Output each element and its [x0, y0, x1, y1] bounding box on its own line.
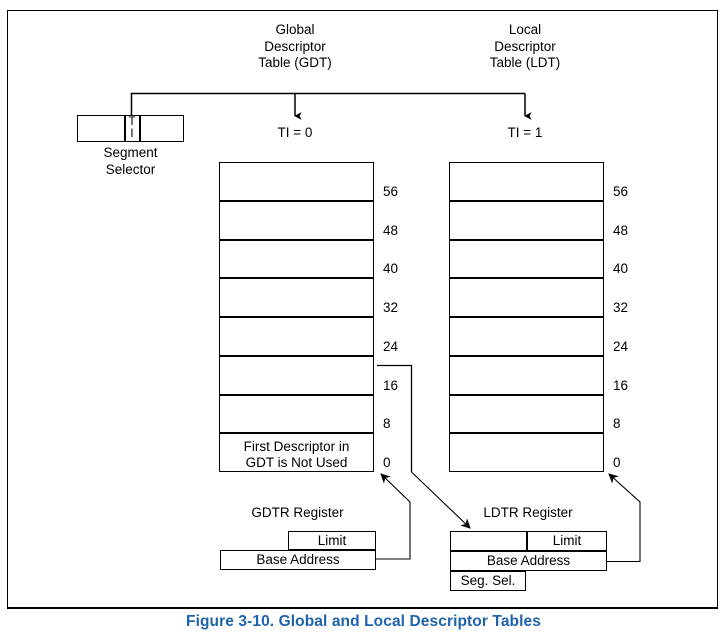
gdt-row[interactable]: First Descriptor in GDT is Not Used — [219, 433, 374, 472]
figure-caption: Figure 3-10. Global and Local Descriptor… — [186, 613, 541, 630]
gdtr-base-address-field: Base Address — [220, 550, 376, 570]
ldtr-seg-sel-field: Seg. Sel. — [450, 571, 526, 591]
gdt-row[interactable] — [219, 200, 374, 240]
ldt-ti-value-label: TI = 1 — [507, 125, 543, 140]
segment-selector-ti-bit-label: TI — [128, 116, 136, 140]
ldt-offset-label: 56 — [613, 183, 629, 199]
gdt-row[interactable] — [219, 355, 374, 395]
ldt-offset-label: 40 — [613, 261, 629, 277]
gdt-offset-label: 40 — [383, 261, 399, 277]
gdt-offset-label: 48 — [383, 222, 399, 238]
ldt-row[interactable] — [449, 278, 604, 317]
ldt-row[interactable] — [449, 433, 604, 472]
gdt-offset-label: 56 — [383, 183, 399, 199]
ldt-row[interactable] — [449, 200, 604, 240]
gdt-offset-label: 24 — [383, 338, 399, 354]
gdt-row[interactable] — [219, 278, 374, 317]
ldt-row[interactable] — [449, 162, 604, 201]
ldt-row[interactable] — [449, 394, 604, 434]
ldt-row[interactable] — [449, 239, 604, 279]
ldt-row[interactable] — [449, 355, 604, 395]
ldtr-base-address-field: Base Address — [450, 551, 607, 571]
ldt-offset-label: 0 — [613, 455, 621, 470]
gdt-row[interactable] — [219, 162, 374, 201]
ldt-heading: Local Descriptor Table (LDT) — [489, 22, 561, 70]
gdt-offset-label: 8 — [383, 416, 391, 432]
gdt-row-text: GDT is Not Used — [245, 455, 348, 471]
gdt-row-text: First Descriptor in — [243, 439, 350, 455]
gdt-row[interactable] — [219, 317, 374, 356]
ldtr-title: LDTR Register — [483, 505, 573, 520]
ldt-offset-label: 32 — [613, 300, 629, 315]
gdt-offset-label: 16 — [383, 377, 399, 393]
ldtr-limit-field: Limit — [527, 531, 607, 551]
gdt-ti-value-label: TI = 0 — [277, 125, 313, 140]
ldt-offset-label: 24 — [613, 338, 629, 354]
gdtr-title: GDTR Register — [251, 505, 344, 520]
gdt-offset-label: 32 — [383, 300, 399, 315]
segment-selector-caption: Segment Selector — [103, 145, 158, 177]
gdt-row[interactable] — [219, 239, 374, 279]
gdt-heading: Global Descriptor Table (GDT) — [258, 22, 332, 70]
figure-global-local-descriptor-tables: TI Segment Selector Global Descriptor Table… — [0, 0, 727, 634]
gdt-row[interactable] — [219, 394, 374, 434]
caption-divider — [7, 608, 718, 609]
ldt-row[interactable] — [449, 317, 604, 356]
gdtr-limit-field: Limit — [288, 531, 376, 550]
ldt-offset-label: 48 — [613, 222, 629, 238]
ldtr-reserved-field — [450, 531, 527, 551]
ldt-offset-label: 8 — [613, 416, 621, 432]
gdt-offset-label: 0 — [383, 455, 391, 470]
ldt-offset-label: 16 — [613, 377, 629, 393]
